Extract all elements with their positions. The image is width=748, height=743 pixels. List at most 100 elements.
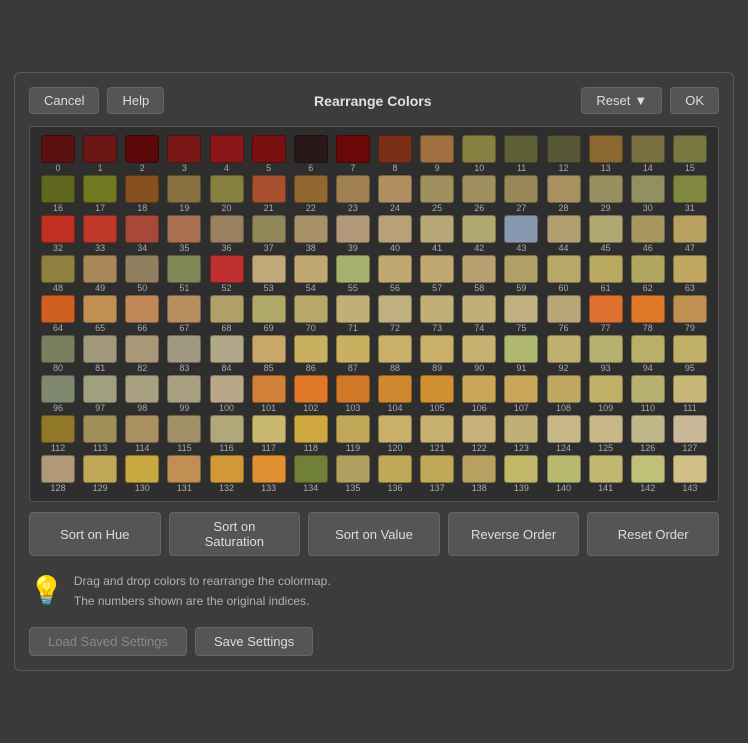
- color-cell[interactable]: 141: [586, 455, 626, 493]
- color-cell[interactable]: 81: [80, 335, 120, 373]
- color-cell[interactable]: 89: [417, 335, 457, 373]
- color-cell[interactable]: 36: [207, 215, 247, 253]
- color-cell[interactable]: 105: [417, 375, 457, 413]
- color-cell[interactable]: 142: [628, 455, 668, 493]
- sort-saturation-button[interactable]: Sort on Saturation: [169, 512, 301, 556]
- color-cell[interactable]: 25: [417, 175, 457, 213]
- color-cell[interactable]: 72: [375, 295, 415, 333]
- color-cell[interactable]: 123: [501, 415, 541, 453]
- color-cell[interactable]: 70: [291, 295, 331, 333]
- color-cell[interactable]: 127: [670, 415, 710, 453]
- color-cell[interactable]: 96: [38, 375, 78, 413]
- color-cell[interactable]: 37: [249, 215, 289, 253]
- color-cell[interactable]: 119: [333, 415, 373, 453]
- color-cell[interactable]: 103: [333, 375, 373, 413]
- color-cell[interactable]: 111: [670, 375, 710, 413]
- color-cell[interactable]: 1: [80, 135, 120, 173]
- color-cell[interactable]: 39: [333, 215, 373, 253]
- color-cell[interactable]: 137: [417, 455, 457, 493]
- color-cell[interactable]: 49: [80, 255, 120, 293]
- color-cell[interactable]: 57: [417, 255, 457, 293]
- color-cell[interactable]: 128: [38, 455, 78, 493]
- color-cell[interactable]: 16: [38, 175, 78, 213]
- help-button[interactable]: Help: [107, 87, 164, 114]
- color-cell[interactable]: 68: [207, 295, 247, 333]
- color-cell[interactable]: 45: [586, 215, 626, 253]
- color-cell[interactable]: 13: [586, 135, 626, 173]
- ok-button[interactable]: OK: [670, 87, 719, 114]
- color-cell[interactable]: 19: [164, 175, 204, 213]
- color-cell[interactable]: 126: [628, 415, 668, 453]
- color-cell[interactable]: 21: [249, 175, 289, 213]
- color-cell[interactable]: 18: [122, 175, 162, 213]
- color-cell[interactable]: 50: [122, 255, 162, 293]
- color-cell[interactable]: 8: [375, 135, 415, 173]
- reverse-order-button[interactable]: Reverse Order: [448, 512, 580, 556]
- color-cell[interactable]: 133: [249, 455, 289, 493]
- color-cell[interactable]: 12: [544, 135, 584, 173]
- color-cell[interactable]: 33: [80, 215, 120, 253]
- color-cell[interactable]: 93: [586, 335, 626, 373]
- reset-button[interactable]: Reset ▼: [581, 87, 662, 114]
- color-cell[interactable]: 55: [333, 255, 373, 293]
- color-cell[interactable]: 53: [249, 255, 289, 293]
- color-cell[interactable]: 31: [670, 175, 710, 213]
- color-cell[interactable]: 30: [628, 175, 668, 213]
- color-cell[interactable]: 73: [417, 295, 457, 333]
- color-cell[interactable]: 138: [459, 455, 499, 493]
- color-cell[interactable]: 20: [207, 175, 247, 213]
- color-cell[interactable]: 74: [459, 295, 499, 333]
- color-cell[interactable]: 51: [164, 255, 204, 293]
- color-cell[interactable]: 9: [417, 135, 457, 173]
- color-cell[interactable]: 83: [164, 335, 204, 373]
- color-cell[interactable]: 62: [628, 255, 668, 293]
- color-cell[interactable]: 40: [375, 215, 415, 253]
- color-cell[interactable]: 112: [38, 415, 78, 453]
- color-cell[interactable]: 60: [544, 255, 584, 293]
- color-cell[interactable]: 134: [291, 455, 331, 493]
- color-cell[interactable]: 108: [544, 375, 584, 413]
- color-cell[interactable]: 59: [501, 255, 541, 293]
- color-cell[interactable]: 61: [586, 255, 626, 293]
- color-cell[interactable]: 56: [375, 255, 415, 293]
- color-cell[interactable]: 94: [628, 335, 668, 373]
- color-cell[interactable]: 91: [501, 335, 541, 373]
- color-cell[interactable]: 6: [291, 135, 331, 173]
- color-cell[interactable]: 22: [291, 175, 331, 213]
- color-cell[interactable]: 135: [333, 455, 373, 493]
- color-cell[interactable]: 32: [38, 215, 78, 253]
- color-cell[interactable]: 17: [80, 175, 120, 213]
- color-cell[interactable]: 129: [80, 455, 120, 493]
- color-cell[interactable]: 23: [333, 175, 373, 213]
- color-cell[interactable]: 97: [80, 375, 120, 413]
- color-cell[interactable]: 4: [207, 135, 247, 173]
- color-cell[interactable]: 131: [164, 455, 204, 493]
- color-cell[interactable]: 114: [122, 415, 162, 453]
- color-cell[interactable]: 101: [249, 375, 289, 413]
- color-cell[interactable]: 29: [586, 175, 626, 213]
- color-cell[interactable]: 100: [207, 375, 247, 413]
- color-cell[interactable]: 35: [164, 215, 204, 253]
- color-cell[interactable]: 58: [459, 255, 499, 293]
- color-cell[interactable]: 124: [544, 415, 584, 453]
- color-cell[interactable]: 90: [459, 335, 499, 373]
- color-cell[interactable]: 143: [670, 455, 710, 493]
- color-cell[interactable]: 24: [375, 175, 415, 213]
- sort-value-button[interactable]: Sort on Value: [308, 512, 440, 556]
- color-cell[interactable]: 43: [501, 215, 541, 253]
- color-cell[interactable]: 47: [670, 215, 710, 253]
- color-cell[interactable]: 11: [501, 135, 541, 173]
- color-cell[interactable]: 106: [459, 375, 499, 413]
- color-cell[interactable]: 15: [670, 135, 710, 173]
- color-cell[interactable]: 14: [628, 135, 668, 173]
- color-cell[interactable]: 88: [375, 335, 415, 373]
- color-cell[interactable]: 69: [249, 295, 289, 333]
- color-cell[interactable]: 85: [249, 335, 289, 373]
- color-cell[interactable]: 63: [670, 255, 710, 293]
- color-cell[interactable]: 54: [291, 255, 331, 293]
- color-cell[interactable]: 2: [122, 135, 162, 173]
- color-cell[interactable]: 130: [122, 455, 162, 493]
- color-cell[interactable]: 27: [501, 175, 541, 213]
- color-cell[interactable]: 82: [122, 335, 162, 373]
- color-cell[interactable]: 98: [122, 375, 162, 413]
